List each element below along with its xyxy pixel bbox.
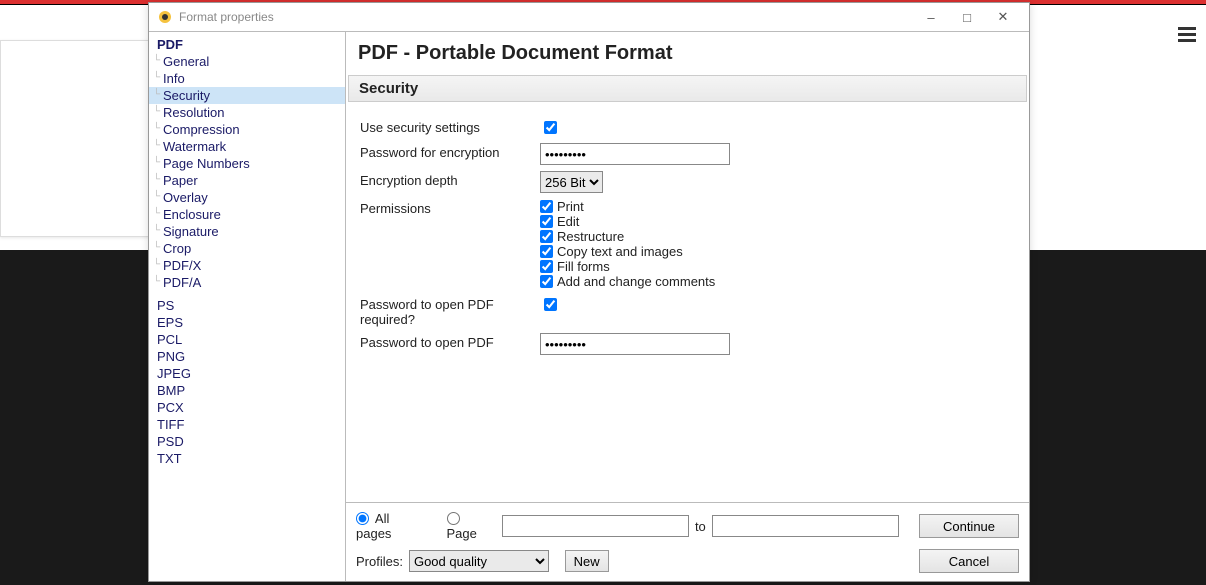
maximize-button[interactable]: □ (949, 4, 985, 30)
edit-checkbox[interactable] (540, 215, 553, 228)
app-icon (157, 9, 173, 25)
sidebar-item-pdfa[interactable]: PDF/A (149, 274, 345, 291)
profiles-label: Profiles: (356, 554, 403, 569)
sidebar-group-ps[interactable]: PS (149, 297, 345, 314)
label-permissions: Permissions (360, 199, 540, 216)
page-to-label: to (695, 519, 706, 534)
permission-copy[interactable]: Copy text and images (540, 244, 1015, 259)
encryption-depth-select[interactable]: 256 Bit (540, 171, 603, 193)
sidebar-item-watermark[interactable]: Watermark (149, 138, 345, 155)
profiles-select[interactable]: Good quality (409, 550, 549, 572)
copy-checkbox[interactable] (540, 245, 553, 258)
sidebar-group-jpeg[interactable]: JPEG (149, 365, 345, 382)
permission-fill-forms[interactable]: Fill forms (540, 259, 1015, 274)
password-open-input[interactable] (540, 333, 730, 355)
sidebar-item-security[interactable]: Security (149, 87, 345, 104)
fill-forms-checkbox[interactable] (540, 260, 553, 273)
all-pages-radio[interactable] (356, 512, 369, 525)
page-from-input[interactable] (502, 515, 689, 537)
label-password-open-required: Password to open PDF required? (360, 295, 540, 327)
label-password-open: Password to open PDF (360, 333, 540, 350)
sidebar-group-pcl[interactable]: PCL (149, 331, 345, 348)
sidebar-item-resolution[interactable]: Resolution (149, 104, 345, 121)
window-title: Format properties (179, 10, 274, 24)
sidebar-item-paper[interactable]: Paper (149, 172, 345, 189)
sidebar-group-png[interactable]: PNG (149, 348, 345, 365)
sidebar-item-overlay[interactable]: Overlay (149, 189, 345, 206)
label-use-security: Use security settings (360, 118, 540, 135)
format-sidebar: PDF General Info Security Resolution Com… (149, 32, 346, 581)
sidebar-item-crop[interactable]: Crop (149, 240, 345, 257)
sidebar-item-enclosure[interactable]: Enclosure (149, 206, 345, 223)
close-button[interactable]: ✕ (985, 4, 1021, 30)
minimize-button[interactable]: – (913, 4, 949, 30)
sidebar-group-eps[interactable]: EPS (149, 314, 345, 331)
sidebar-group-txt[interactable]: TXT (149, 450, 345, 467)
password-encryption-input[interactable] (540, 143, 730, 165)
dialog-footer: All pages Page to Continue (346, 502, 1029, 549)
continue-button[interactable]: Continue (919, 514, 1019, 538)
sidebar-item-signature[interactable]: Signature (149, 223, 345, 240)
permission-comments[interactable]: Add and change comments (540, 274, 1015, 289)
sidebar-group-psd[interactable]: PSD (149, 433, 345, 450)
use-security-checkbox[interactable] (544, 121, 557, 134)
restructure-checkbox[interactable] (540, 230, 553, 243)
sidebar-item-pdfx[interactable]: PDF/X (149, 257, 345, 274)
cancel-button[interactable]: Cancel (919, 549, 1019, 573)
sidebar-group-pdf[interactable]: PDF (149, 36, 345, 53)
label-password-encryption: Password for encryption (360, 143, 540, 160)
page-to-input[interactable] (712, 515, 899, 537)
sidebar-item-compression[interactable]: Compression (149, 121, 345, 138)
sidebar-item-info[interactable]: Info (149, 70, 345, 87)
sidebar-item-general[interactable]: General (149, 53, 345, 70)
page-range-radio[interactable] (447, 512, 460, 525)
sidebar-group-tiff[interactable]: TIFF (149, 416, 345, 433)
title-bar: Format properties – □ ✕ (149, 3, 1029, 31)
all-pages-radio-label[interactable]: All pages (356, 511, 427, 541)
new-profile-button[interactable]: New (565, 550, 609, 572)
permission-restructure[interactable]: Restructure (540, 229, 1015, 244)
permission-edit[interactable]: Edit (540, 214, 1015, 229)
sidebar-group-pcx[interactable]: PCX (149, 399, 345, 416)
label-encryption-depth: Encryption depth (360, 171, 540, 188)
page-title: PDF - Portable Document Format (346, 32, 1029, 75)
sidebar-item-page-numbers[interactable]: Page Numbers (149, 155, 345, 172)
print-checkbox[interactable] (540, 200, 553, 213)
section-header: Security (348, 75, 1027, 102)
permission-print[interactable]: Print (540, 199, 1015, 214)
page-range-radio-label[interactable]: Page (447, 511, 496, 541)
format-properties-dialog: Format properties – □ ✕ PDF General Info… (148, 2, 1030, 582)
hamburger-icon[interactable] (1178, 24, 1196, 45)
comments-checkbox[interactable] (540, 275, 553, 288)
sidebar-group-bmp[interactable]: BMP (149, 382, 345, 399)
password-open-required-checkbox[interactable] (544, 298, 557, 311)
